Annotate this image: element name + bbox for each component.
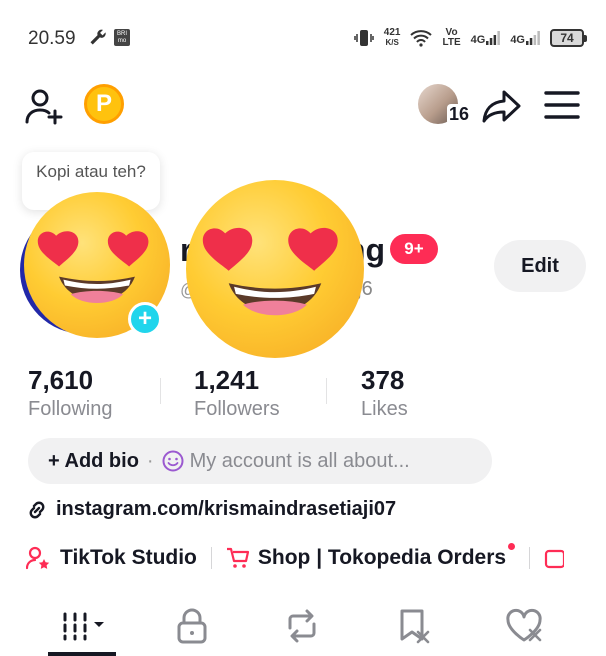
battery-indicator: 74 [550,29,587,47]
creator-tools-row: TikTok Studio Shop | Tokopedia Orders [26,542,606,574]
vibrate-icon [354,30,374,46]
likes-label: Likes [361,398,408,420]
shop-orders-link[interactable]: Shop | Tokopedia Orders [226,542,516,570]
shop-orders-label: Shop | Tokopedia Orders [257,546,507,569]
followers-label: Followers [194,398,280,420]
note-text: Kopi atau teh? [36,162,146,181]
network-speed: 421 K/S [383,27,401,48]
stat-divider [160,378,161,404]
tiktok-studio-label: TikTok Studio [60,546,197,569]
bri-app-icon: BRI mo [114,29,130,46]
notification-badge[interactable]: 9+ [390,234,438,264]
cart-icon [226,547,249,568]
menu-icon[interactable] [544,90,580,120]
content-tabs [0,598,606,656]
wallet-icon[interactable] [544,547,565,569]
repost-tab-icon[interactable] [272,606,332,646]
active-tab-indicator [48,652,116,656]
followers-count: 1,241 [194,365,260,395]
profile-link-text: instagram.com/krismaindrasetiaji07 [56,498,397,520]
smile-icon [162,450,184,472]
status-time: 20.59 [28,28,76,49]
status-bar: 20.59 BRI mo 421 K/S Vo LTE 4G 4G 74 [0,0,606,70]
lock-tab-icon[interactable] [162,606,222,646]
volte-indicator: Vo LTE [442,27,461,48]
following-label: Following [28,398,113,420]
followers-stat[interactable]: 1,241 Followers [194,364,280,422]
following-count: 7,610 [28,365,94,395]
tool-divider [529,547,531,569]
profile-top-bar: P 16 [0,78,606,132]
edit-profile-button[interactable]: Edit [494,240,586,292]
bio-placeholder: My account is all about... [189,449,410,472]
signal-2: 4G [510,31,540,46]
bio-separator: · [146,449,154,472]
friends-count: 16 [447,104,472,125]
status-indicators: 421 K/S Vo LTE 4G 4G 74 [354,26,587,50]
wifi-icon [410,30,433,47]
wrench-icon [90,29,106,45]
liked-hidden-tab-icon[interactable] [494,606,554,646]
new-indicator-dot [508,542,516,550]
signal-bars-icon [486,31,501,45]
profile-stats: 7,610 Following 1,241 Followers 378 Like… [0,364,606,426]
likes-count: 378 [361,365,405,395]
profile-link[interactable]: instagram.com/krismaindrasetiaji07 [26,498,396,521]
stat-divider [326,378,327,404]
add-bio-button[interactable]: + Add bio · My account is all about... [28,438,492,484]
add-friend-icon[interactable] [24,86,64,126]
add-bio-label: + Add bio [48,449,139,472]
add-story-button[interactable]: + [128,302,162,336]
link-icon [29,501,45,518]
coin-icon[interactable]: P [84,84,124,124]
heart-eyes-emoji-icon [202,227,338,316]
signal-bars-icon [526,31,540,45]
likes-stat[interactable]: 378 Likes [361,364,408,422]
tiktok-studio-link[interactable]: TikTok Studio [26,546,197,570]
videos-grid-tab-icon[interactable] [56,606,116,646]
favorites-hidden-tab-icon[interactable] [384,606,444,646]
creator-star-icon [26,546,50,570]
tool-divider [210,547,212,569]
signal-1: 4G [471,31,501,46]
share-icon[interactable] [482,88,522,124]
heart-eyes-emoji-sticker [186,180,364,358]
following-stat[interactable]: 7,610 Following [28,364,112,422]
